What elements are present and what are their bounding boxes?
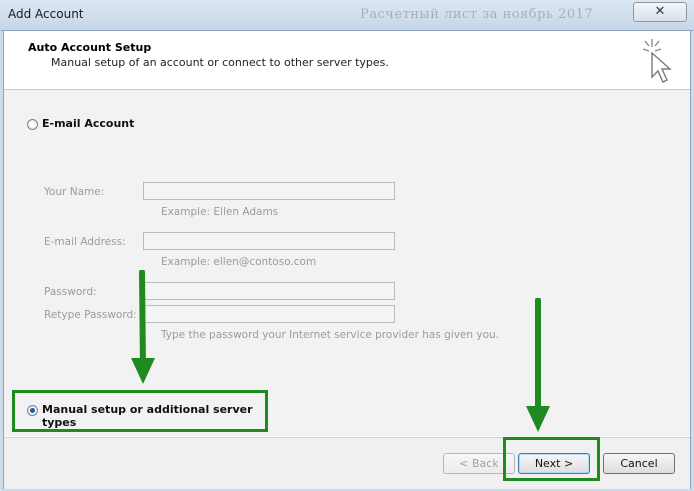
manual-setup-radio[interactable] — [27, 405, 38, 416]
close-button[interactable]: ✕ — [633, 2, 687, 22]
close-icon: ✕ — [654, 4, 666, 19]
page-subtitle: Manual setup of an account or connect to… — [51, 56, 389, 69]
your-name-hint: Example: Ellen Adams — [161, 206, 279, 218]
retype-password-label: Retype Password: — [44, 309, 137, 321]
cancel-button[interactable]: Cancel — [603, 453, 675, 474]
down-arrow-icon — [131, 270, 155, 384]
wizard-header: Auto Account Setup Manual setup of an ac… — [4, 31, 690, 90]
email-address-label: E-mail Address: — [44, 236, 126, 248]
page-title: Auto Account Setup — [28, 41, 152, 54]
your-name-label: Your Name: — [44, 186, 105, 198]
your-name-input[interactable] — [143, 182, 395, 200]
password-label: Password: — [44, 286, 97, 298]
manual-setup-label[interactable]: Manual setup or additional server types — [42, 403, 265, 429]
retype-password-input[interactable] — [143, 305, 395, 323]
window-title: Add Account — [8, 7, 84, 21]
email-account-radio[interactable] — [27, 119, 38, 130]
password-input[interactable] — [143, 282, 395, 300]
next-button-highlight — [503, 437, 600, 481]
manual-setup-highlight: Manual setup or additional server types — [12, 390, 268, 432]
cursor-sparkle-icon — [642, 39, 672, 83]
down-arrow-icon — [526, 298, 550, 432]
email-address-hint: Example: ellen@contoso.com — [161, 256, 317, 268]
email-address-input[interactable] — [143, 232, 395, 250]
title-bar: Add Account Расчетный лист за ноябрь 201… — [0, 0, 694, 31]
background-window-title: Расчетный лист за ноябрь 2017 — [360, 7, 594, 22]
wizard-body: E-mail Account Your Name: Example: Ellen… — [4, 90, 690, 436]
email-account-label[interactable]: E-mail Account — [42, 117, 134, 130]
retype-password-hint: Type the password your Internet service … — [161, 329, 499, 341]
